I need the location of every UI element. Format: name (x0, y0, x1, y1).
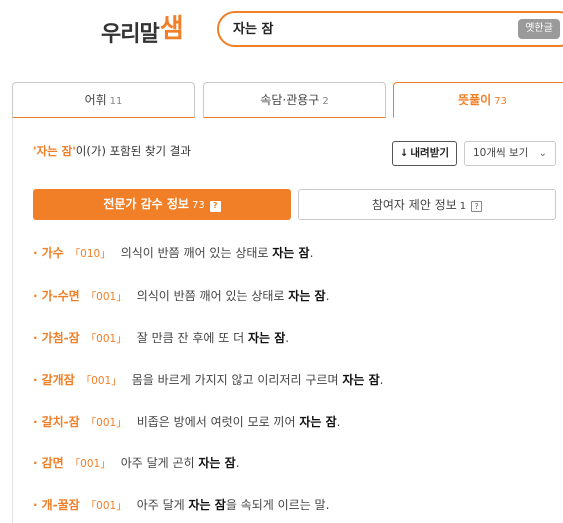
definition-text: 몸을 바르게 가지지 않고 이리저리 구르며 (131, 373, 343, 387)
bullet-icon: · (33, 373, 38, 387)
chevron-down-icon: ⌄ (538, 148, 547, 159)
sense-number: 「001」 (69, 458, 111, 470)
page-size-value: 10개씩 보기 (473, 147, 529, 159)
definition-item: · 갈치-잠 「001」 비좁은 방에서 여럿이 모로 끼어 자는 잠. (33, 413, 340, 430)
tab-count: 11 (109, 96, 123, 107)
highlighted-keyword: 자는 잠 (247, 331, 286, 345)
bullet-icon: · (33, 415, 38, 429)
search-input[interactable] (233, 20, 513, 35)
page-size-select[interactable]: 10개씩 보기 ⌄ (464, 141, 556, 166)
definition-item: · 갈개잠 「001」 몸을 바르게 가지지 않고 이리저리 구르며 자는 잠. (33, 371, 383, 388)
result-summary-text: 이(가) 포함된 찾기 결과 (75, 144, 191, 158)
download-label: 내려받기 (410, 147, 450, 159)
bullet-icon: · (33, 289, 38, 303)
sense-number: 「001」 (85, 291, 127, 303)
definition-text-end: . (336, 415, 341, 429)
highlighted-keyword: 자는 잠 (299, 415, 337, 429)
bullet-icon: · (33, 331, 38, 345)
definition-text: 잘 만큼 잔 후에 또 더 (136, 331, 248, 345)
tab-count: 2 (322, 96, 329, 107)
logo-accent-text: 샘 (159, 14, 184, 44)
search-keyword: '자는 잠' (33, 144, 76, 158)
entry-word-link[interactable]: 갈개잠 (42, 373, 75, 387)
highlighted-keyword: 자는 잠 (288, 289, 326, 303)
bullet-icon: · (33, 498, 38, 512)
expert-tab-count: 73 (191, 200, 205, 211)
definition-text-end: . (235, 456, 240, 470)
definition-text: 의식이 반쯤 깨어 있는 상태로 (120, 246, 273, 260)
result-tabs: 어휘 11 속담·관용구 2 뜻풀이 73 (12, 82, 563, 118)
sense-number: 「001」 (85, 417, 127, 429)
highlighted-keyword: 자는 잠 (342, 373, 380, 387)
tab-vocabulary[interactable]: 어휘 11 (12, 82, 195, 118)
tab-label: 어휘 (84, 93, 107, 107)
highlighted-keyword: 자는 잠 (198, 456, 236, 470)
entry-word-link[interactable]: 가첨-잠 (42, 331, 80, 345)
definition-text-end: . (309, 246, 314, 260)
old-hangul-keyboard-button[interactable]: 옛한글 (518, 19, 560, 39)
sense-number: 「001」 (85, 333, 127, 345)
definition-text-end: . (379, 373, 384, 387)
logo-text: 우리말 (101, 22, 160, 47)
bullet-icon: · (33, 246, 38, 260)
highlighted-keyword: 자는 잠 (272, 246, 310, 260)
tab-proverbs-idioms[interactable]: 속담·관용구 2 (203, 82, 386, 118)
tab-user-suggested[interactable]: 참여자 제안 정보 1? (298, 189, 556, 220)
entry-word-link[interactable]: 갈치-잠 (42, 415, 80, 429)
sense-number: 「001」 (85, 500, 127, 512)
definition-item: · 가첨-잠 「001」 잘 만큼 잔 후에 또 더 자는 잠. (33, 329, 289, 346)
definition-text: 비좁은 방에서 여럿이 모로 끼어 (136, 415, 300, 429)
entry-word-link[interactable]: 가수 (42, 246, 64, 260)
definition-item: · 가-수면 「001」 의식이 반쯤 깨어 있는 상태로 자는 잠. (33, 287, 329, 304)
help-icon[interactable]: ? (471, 201, 483, 212)
definition-text-end: . (325, 289, 330, 303)
definition-item: · 개-꿀잠 「001」 아주 달게 자는 잠을 속되게 이르는 말. (33, 496, 329, 513)
sense-number: 「010」 (69, 248, 111, 260)
bullet-icon: · (33, 456, 38, 470)
user-tab-count: 1 (459, 201, 467, 212)
tab-definitions[interactable]: 뜻풀이 73 (393, 82, 563, 118)
site-logo[interactable]: 우리말 샘 (101, 14, 184, 48)
entry-word-link[interactable]: 감면 (42, 456, 64, 470)
tab-label: 뜻풀이 (458, 93, 492, 107)
help-icon[interactable]: ? (209, 201, 221, 212)
tab-label: 속담·관용구 (260, 93, 320, 107)
tab-count: 73 (494, 96, 507, 107)
definition-text-end: . (285, 331, 290, 345)
definition-item: · 가수 「010」 의식이 반쯤 깨어 있는 상태로 자는 잠. (33, 244, 313, 261)
result-summary: '자는 잠'이(가) 포함된 찾기 결과 (33, 143, 191, 159)
download-button[interactable]: ↓ 내려받기 (392, 141, 457, 166)
definition-text-end: 을 속되게 이르는 말. (225, 498, 330, 512)
definition-item: · 감면 「001」 아주 달게 곤히 자는 잠. (33, 454, 240, 471)
tab-expert-reviewed[interactable]: 전문가 감수 정보 73? (33, 189, 291, 220)
definition-text: 아주 달게 곤히 (120, 456, 199, 470)
expert-tab-label: 전문가 감수 정보 (103, 197, 189, 211)
user-tab-label: 참여자 제안 정보 (371, 198, 457, 212)
highlighted-keyword: 자는 잠 (188, 498, 226, 512)
sense-number: 「001」 (80, 375, 122, 387)
download-arrow-icon: ↓ (399, 148, 409, 159)
definition-text: 의식이 반쯤 깨어 있는 상태로 (136, 289, 289, 303)
entry-word-link[interactable]: 가-수면 (42, 289, 80, 303)
definition-text: 아주 달게 (136, 498, 189, 512)
entry-word-link[interactable]: 개-꿀잠 (42, 498, 80, 512)
search-box: 옛한글 (217, 11, 563, 47)
